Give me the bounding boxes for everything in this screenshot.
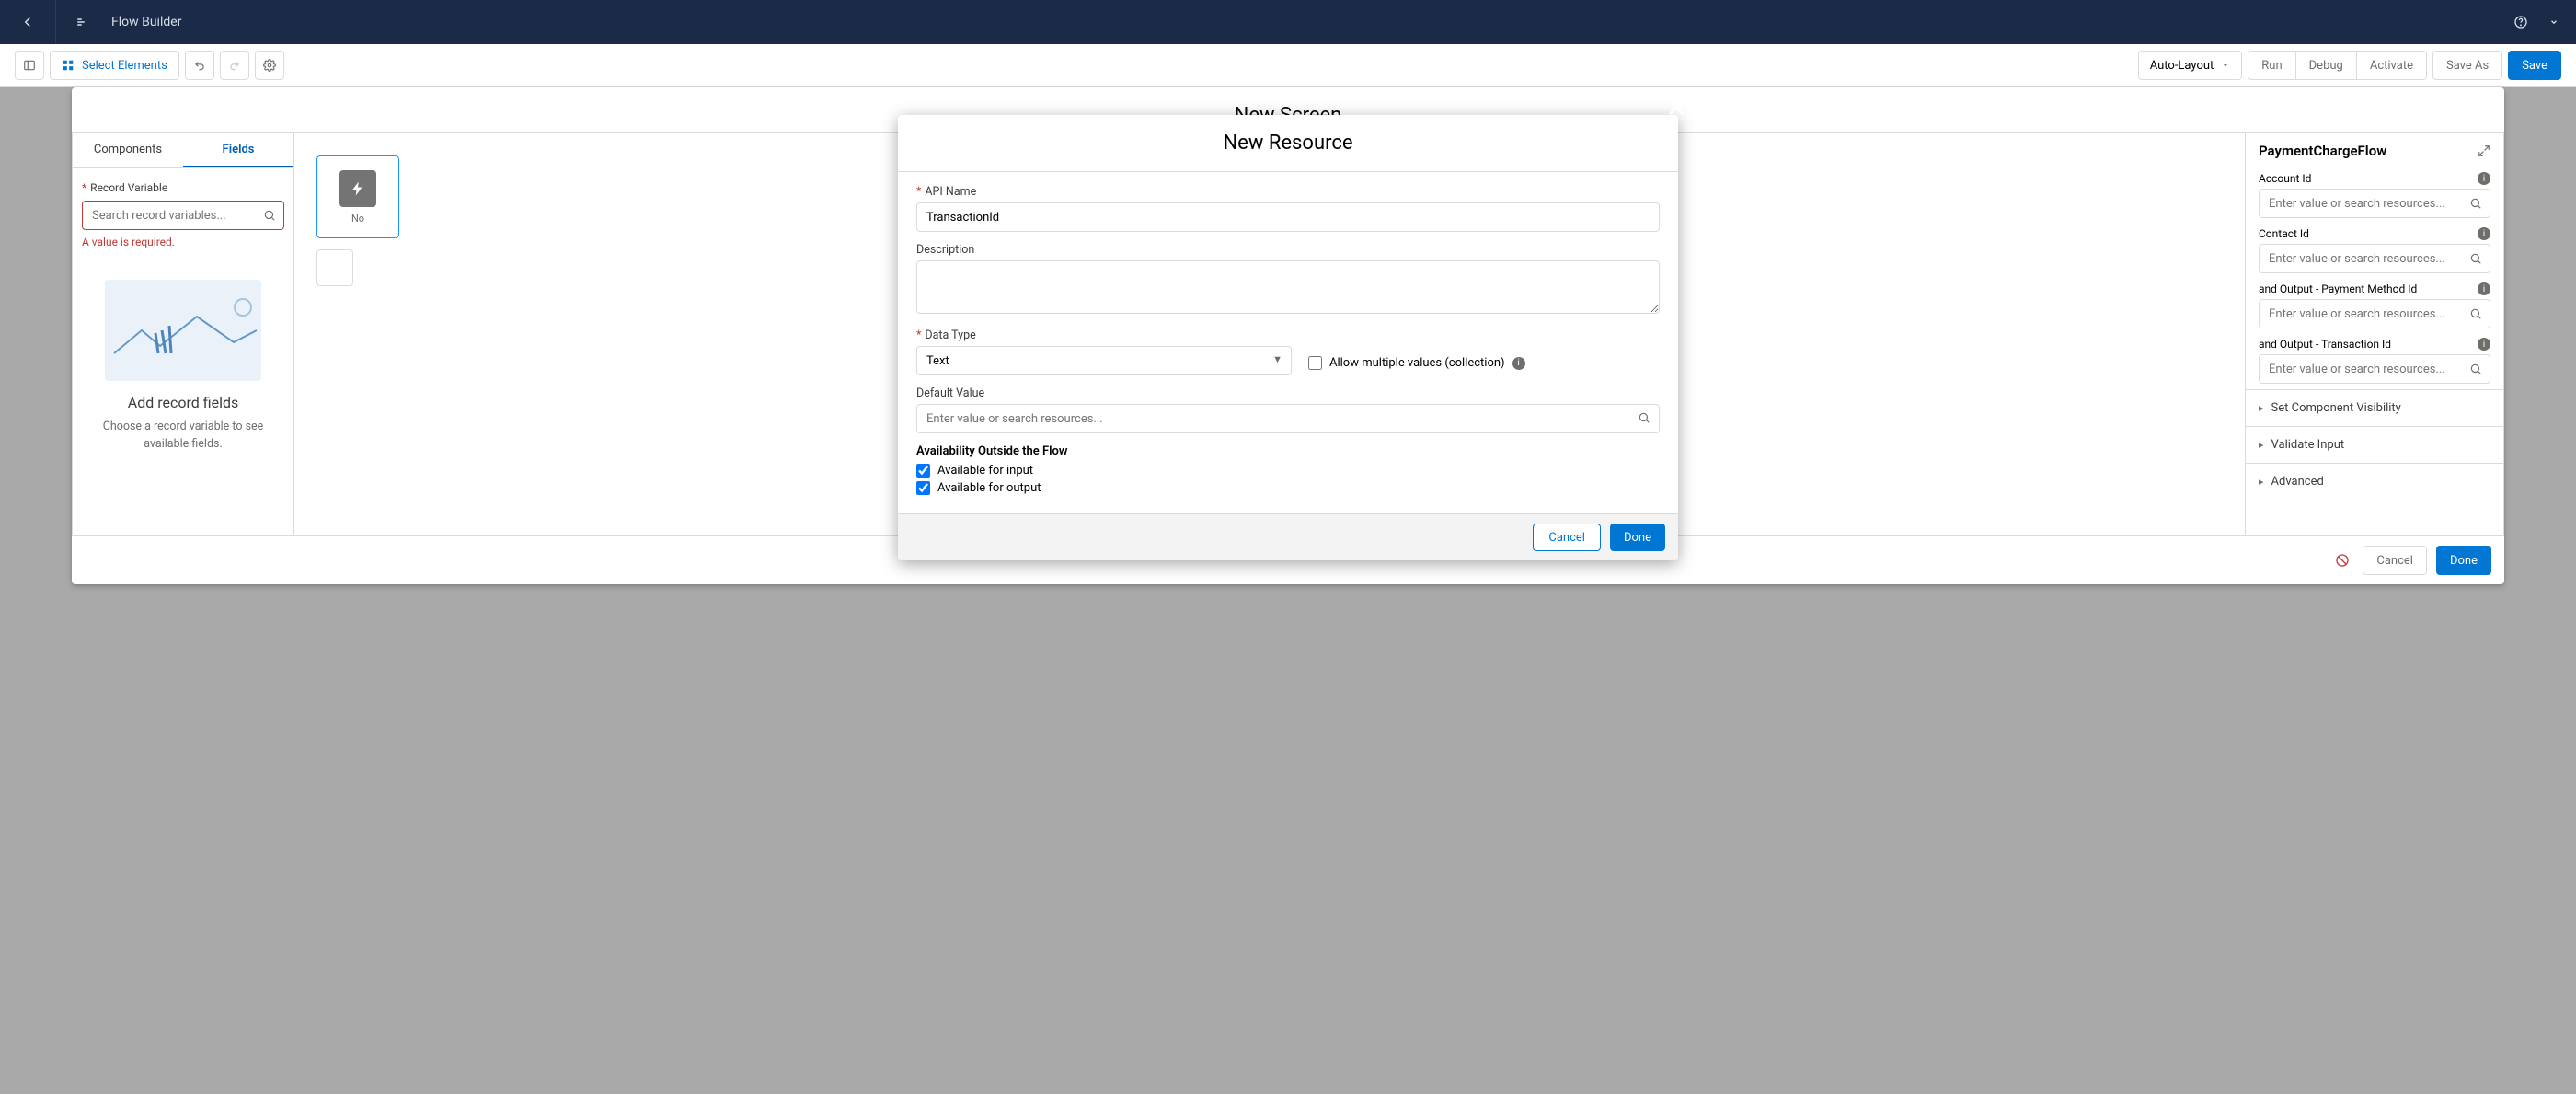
field-input-0[interactable]	[2259, 189, 2490, 218]
activate-button[interactable]: Activate	[2356, 51, 2427, 80]
record-variable-input[interactable]	[92, 209, 256, 223]
record-variable-search[interactable]	[82, 201, 284, 230]
properties-panel: PaymentChargeFlow Account Id i Contact Id…	[2245, 133, 2504, 535]
search-icon	[2469, 197, 2482, 210]
search-icon	[2469, 252, 2482, 265]
back-arrow-icon[interactable]	[17, 11, 39, 33]
field-label-3: and Output - Transaction Id	[2259, 338, 2391, 351]
screen-cancel-button[interactable]: Cancel	[2363, 546, 2427, 575]
info-icon[interactable]: i	[1512, 357, 1525, 370]
info-icon[interactable]: i	[2478, 282, 2490, 295]
api-name-input[interactable]	[916, 202, 1660, 232]
select-elements-button[interactable]: Select Elements	[50, 51, 179, 80]
save-button[interactable]: Save	[2508, 51, 2561, 80]
field-label-1: Contact Id	[2259, 227, 2309, 240]
field-label-2: and Output - Payment Method Id	[2259, 282, 2417, 295]
info-icon[interactable]: i	[2478, 338, 2490, 351]
expand-icon[interactable]	[2478, 144, 2490, 157]
screen-done-button[interactable]: Done	[2436, 546, 2491, 575]
default-value-label: Default Value	[916, 386, 1660, 400]
chevron-right-icon: ▸	[2259, 402, 2264, 414]
component-name-title: PaymentChargeFlow	[2259, 143, 2386, 159]
resource-done-button[interactable]: Done	[1610, 524, 1665, 551]
error-indicator-icon	[2335, 553, 2350, 568]
api-name-label: API Name	[916, 185, 1660, 199]
drop-zone[interactable]	[316, 249, 353, 286]
layout-mode-label: Auto-Layout	[2150, 59, 2214, 73]
available-output-checkbox[interactable]	[916, 481, 930, 495]
lightning-icon	[339, 170, 376, 207]
empty-state-title: Add record fields	[89, 394, 277, 411]
field-input-3[interactable]	[2259, 354, 2490, 384]
save-as-button[interactable]: Save As	[2432, 51, 2502, 80]
default-value-input[interactable]	[916, 404, 1660, 433]
chevron-right-icon: ▸	[2259, 476, 2264, 488]
help-icon[interactable]	[2510, 11, 2532, 33]
description-textarea[interactable]	[916, 260, 1660, 314]
resource-cancel-button[interactable]: Cancel	[1533, 524, 1601, 551]
select-elements-label: Select Elements	[82, 59, 167, 73]
builder-toolbar: Select Elements Auto-Layout Run Debug Ac…	[0, 44, 2576, 87]
accordion-validate[interactable]: ▸ Validate Input	[2246, 426, 2503, 463]
accordion-validate-label: Validate Input	[2271, 438, 2345, 452]
chevron-right-icon: ▸	[2259, 439, 2264, 451]
chevron-down-icon: ▼	[1272, 353, 1282, 365]
search-icon	[2469, 307, 2482, 320]
accordion-visibility[interactable]: ▸ Set Component Visibility	[2246, 389, 2503, 426]
toggle-panel-button[interactable]	[15, 51, 44, 80]
allow-multiple-label: Allow multiple values (collection)	[1329, 356, 1505, 370]
close-icon[interactable]: ✕	[2490, 87, 2504, 96]
screen-element-label: No	[351, 213, 364, 225]
search-icon	[2469, 363, 2482, 375]
availability-heading: Availability Outside the Flow	[916, 444, 1660, 458]
data-type-label: Data Type	[916, 328, 1292, 342]
components-fields-panel: Components Fields Record Variable A valu…	[72, 133, 294, 535]
data-type-select[interactable]: Text ▼	[916, 346, 1292, 375]
search-icon	[1638, 411, 1650, 424]
field-input-2[interactable]	[2259, 299, 2490, 328]
tab-components[interactable]: Components	[73, 133, 183, 167]
run-button[interactable]: Run	[2248, 51, 2294, 80]
available-output-label: Available for output	[937, 481, 1041, 495]
new-resource-modal: ✕ New Resource API Name Description Data…	[898, 115, 1678, 560]
canvas-area: ✕ New Screen Components Fields Record Va…	[0, 87, 2576, 1094]
redo-button[interactable]	[220, 51, 249, 80]
topbar-divider	[55, 0, 56, 44]
resource-modal-footer: Cancel Done	[898, 513, 1678, 560]
data-type-value: Text	[926, 354, 949, 368]
allow-multiple-checkbox[interactable]	[1308, 356, 1322, 370]
app-title: Flow Builder	[111, 15, 181, 29]
settings-button[interactable]	[255, 51, 284, 80]
field-label-0: Account Id	[2259, 172, 2311, 185]
accordion-visibility-label: Set Component Visibility	[2271, 401, 2401, 415]
field-input-2-text[interactable]	[2269, 307, 2462, 321]
description-label: Description	[916, 243, 1660, 257]
available-input-checkbox[interactable]	[916, 464, 930, 478]
chevron-down-icon[interactable]	[2548, 11, 2559, 33]
close-icon[interactable]: ✕	[1666, 93, 1687, 123]
debug-button[interactable]: Debug	[2295, 51, 2356, 80]
layout-mode-select[interactable]: Auto-Layout	[2138, 51, 2243, 80]
new-resource-title: New Resource	[898, 115, 1678, 172]
tab-fields[interactable]: Fields	[183, 133, 293, 167]
screen-element[interactable]: No	[316, 155, 399, 238]
app-topbar: Flow Builder	[0, 0, 2576, 44]
info-icon[interactable]: i	[2478, 227, 2490, 240]
accordion-advanced[interactable]: ▸ Advanced	[2246, 463, 2503, 500]
field-input-3-text[interactable]	[2269, 363, 2462, 376]
info-icon[interactable]: i	[2478, 172, 2490, 185]
empty-state-illustration	[105, 280, 261, 381]
undo-button[interactable]	[185, 51, 214, 80]
flow-icon	[73, 11, 95, 33]
available-input-label: Available for input	[937, 464, 1033, 478]
accordion-advanced-label: Advanced	[2271, 475, 2324, 489]
search-icon	[263, 209, 276, 222]
field-input-1[interactable]	[2259, 244, 2490, 273]
field-input-1-text[interactable]	[2269, 252, 2462, 266]
record-variable-error: A value is required.	[82, 236, 284, 248]
record-variable-label: Record Variable	[82, 181, 167, 194]
field-input-0-text[interactable]	[2269, 197, 2462, 211]
empty-state-subtitle: Choose a record variable to see availabl…	[89, 419, 277, 454]
